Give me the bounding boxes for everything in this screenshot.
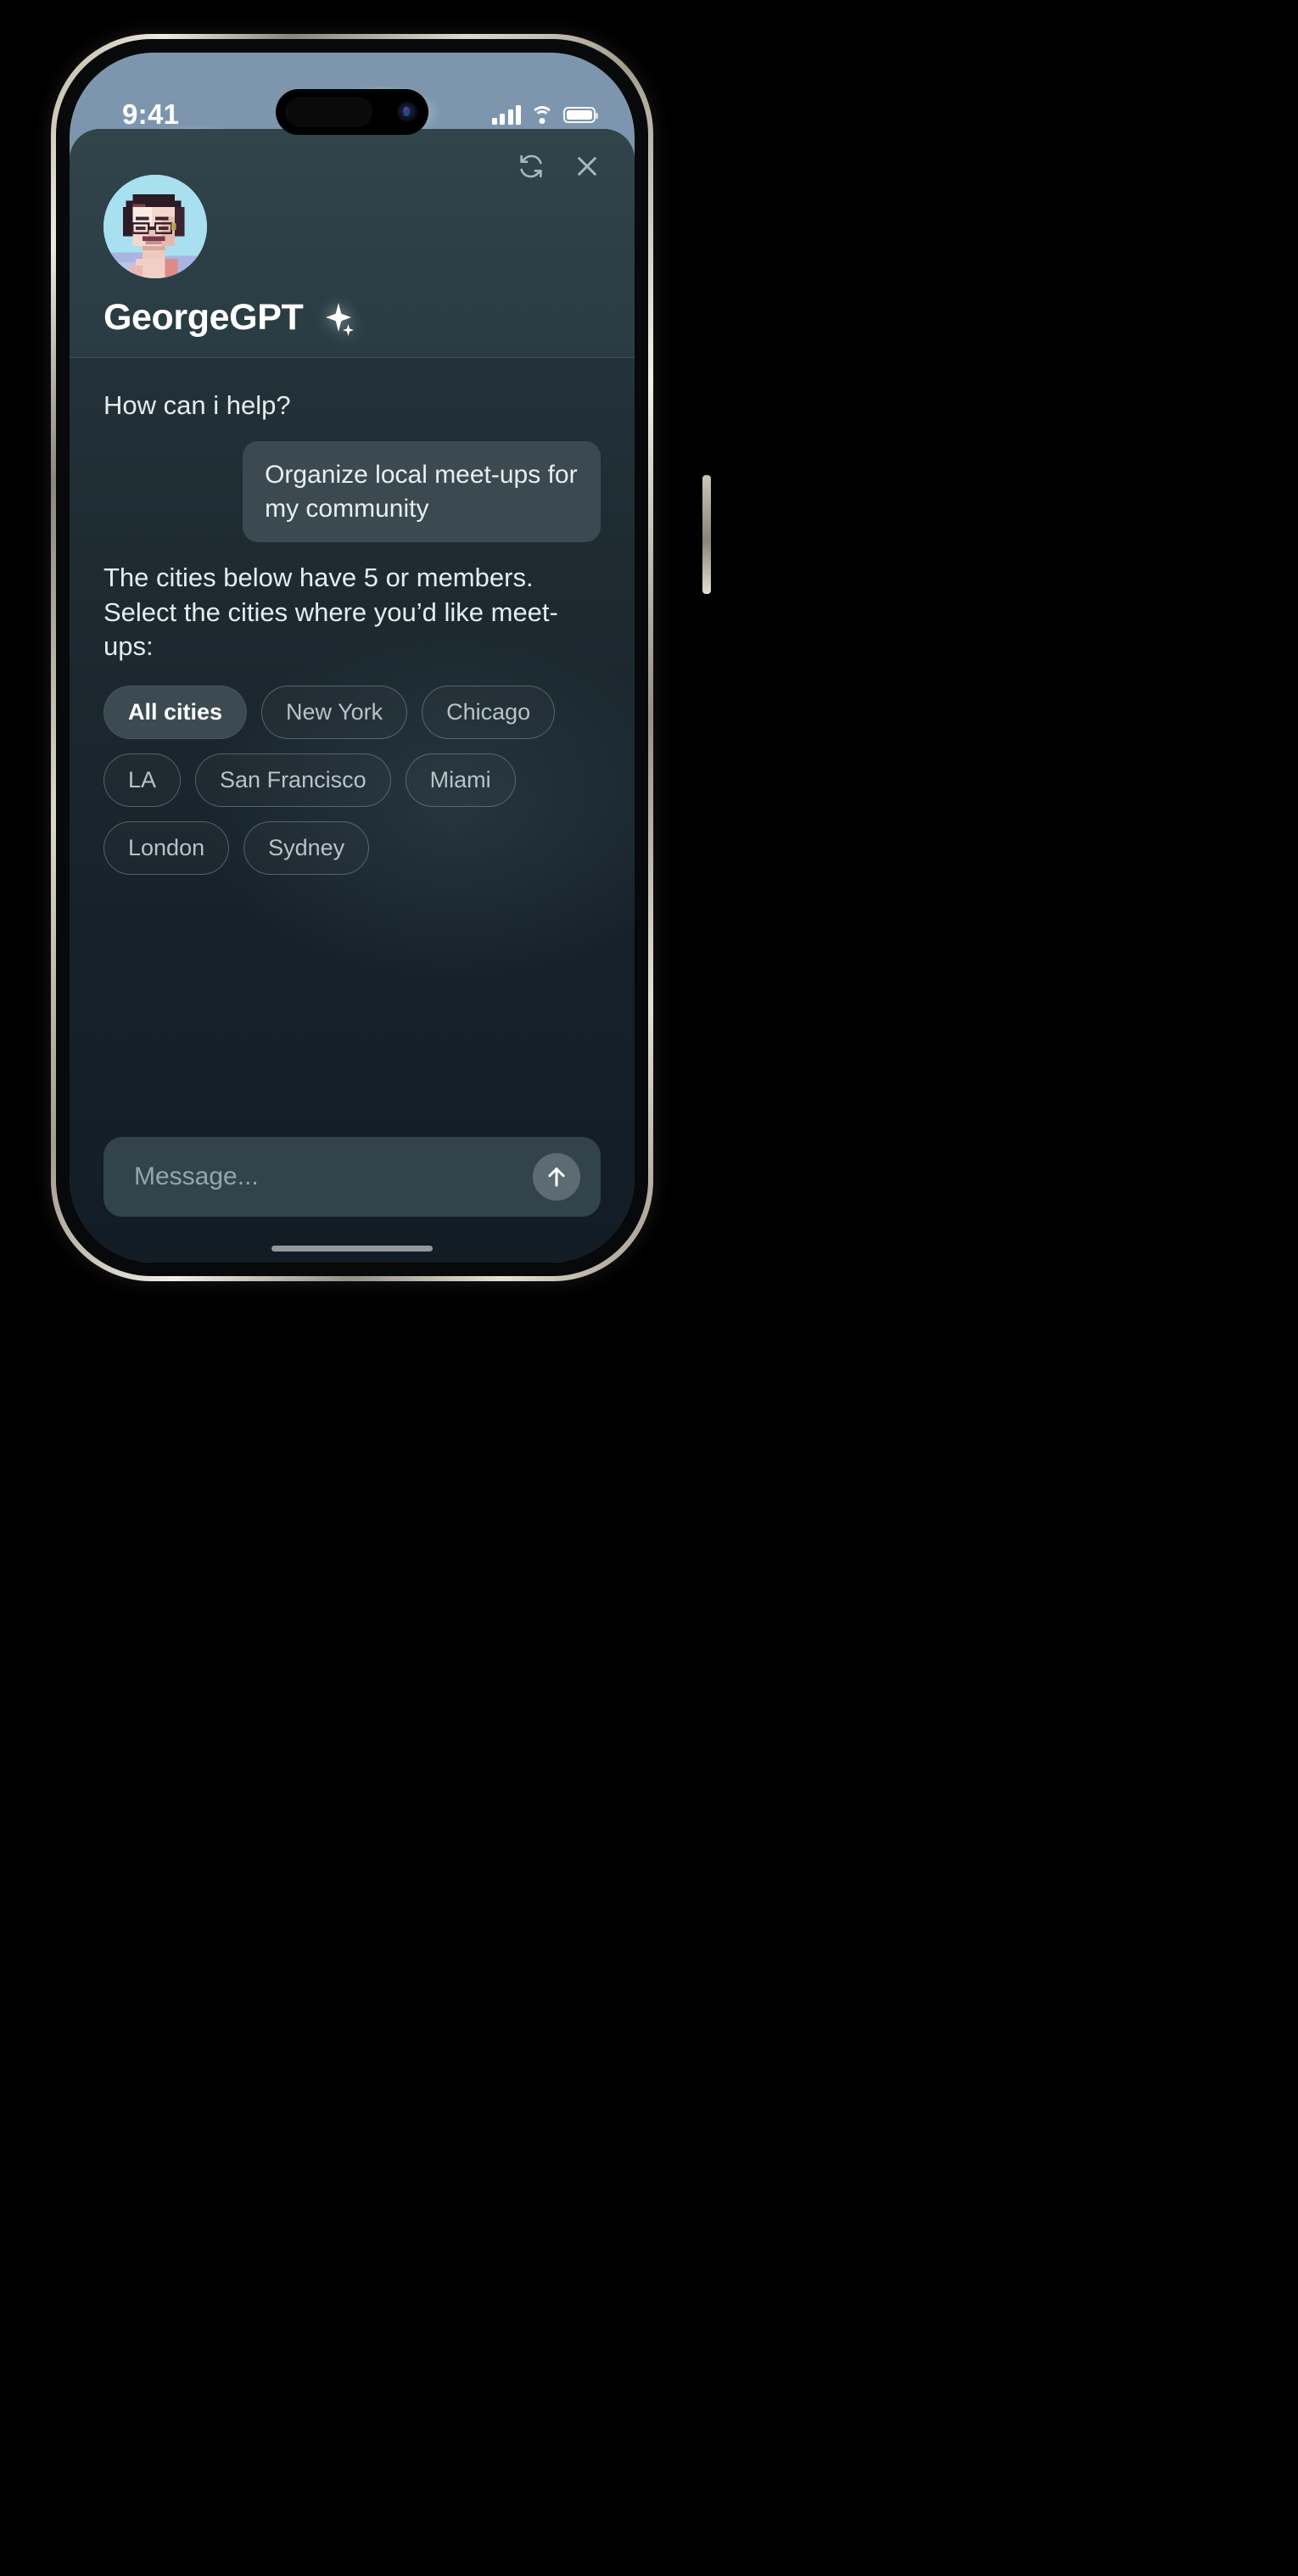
city-chip-list: All cities New York Chicago LA San Franc… [104,686,581,876]
send-button[interactable] [533,1153,580,1201]
chip-la[interactable]: LA [104,753,182,808]
chat-header: GeorgeGPT [70,129,635,358]
bot-title-row: GeorgeGPT [104,297,601,339]
message-input-placeholder: Message... [134,1162,259,1190]
status-bar-indicators [491,104,598,125]
refresh-icon[interactable] [518,153,545,180]
message-composer: Message... [70,1137,635,1263]
chip-sydney[interactable]: Sydney [243,821,370,876]
chat-sheet: GeorgeGPT How can i help? Organize local… [70,129,635,1263]
power-button[interactable] [702,475,711,594]
user-message-row: Organize local meet-ups for my community [104,441,601,543]
bot-reply: The cities below have 5 or members. Sele… [104,563,558,662]
chip-miami[interactable]: Miami [405,753,516,808]
phone-screen: 9:41 GeorgeGPT How can i help? Organize … [70,53,635,1263]
battery-full-icon [563,106,598,123]
close-icon[interactable] [573,153,601,180]
sparkle-icon [316,300,355,337]
screenshot-canvas: 9:41 GeorgeGPT How can i help? Organize … [0,0,1298,2576]
cellular-signal-icon [491,104,521,125]
wifi-icon [530,105,554,124]
avatar [104,175,207,278]
conversation: How can i help? Organize local meet-ups … [70,358,635,1137]
status-bar-clock: 9:41 [122,98,180,130]
home-indicator [271,1246,433,1252]
island-pill [285,97,372,127]
arrow-up-icon [548,1168,565,1187]
header-actions [518,153,601,180]
chip-san-francisco[interactable]: San Francisco [195,753,391,808]
chip-london[interactable]: London [104,821,230,876]
page-title: GeorgeGPT [104,297,304,338]
dynamic-island [276,89,428,135]
chip-new-york[interactable]: New York [261,686,408,740]
bot-greeting: How can i help? [104,390,291,420]
chip-chicago[interactable]: Chicago [422,686,556,740]
chip-all-cities[interactable]: All cities [104,686,248,740]
front-camera-icon [397,102,417,122]
message-input[interactable]: Message... [104,1137,601,1217]
user-message-bubble: Organize local meet-ups for my community [243,441,601,543]
